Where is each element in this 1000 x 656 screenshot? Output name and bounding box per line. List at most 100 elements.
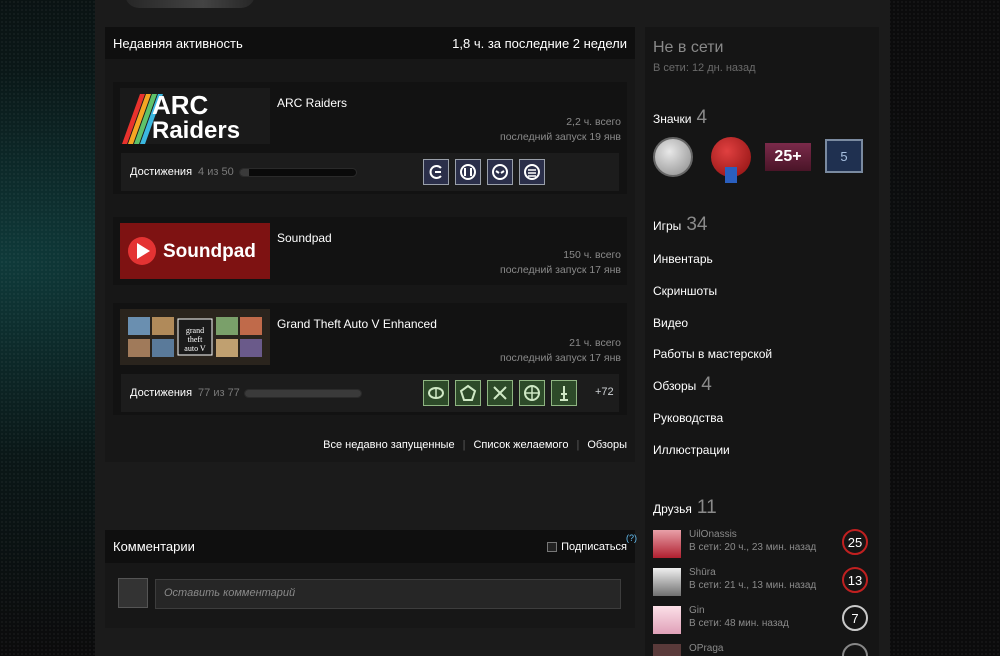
friend-item[interactable]: Shūra В сети: 21 ч., 13 мин. назад 13 — [653, 565, 868, 599]
profile-sidebar: Не в сети В сети: 12 дн. назад Значки 4 2… — [645, 27, 879, 656]
avatar[interactable] — [653, 568, 681, 596]
link-wishlist[interactable]: Список желаемого — [473, 439, 568, 451]
mask-icon[interactable] — [487, 159, 513, 185]
avatar[interactable] — [653, 530, 681, 558]
swords-icon[interactable] — [487, 380, 513, 406]
game-total-hours: 2,2 ч. всего — [566, 116, 621, 128]
friend-level — [842, 643, 868, 656]
nav-inventory[interactable]: Инвентарь — [653, 252, 713, 266]
achievements-label[interactable]: Достижения 77 из 77 — [130, 387, 240, 399]
friend-item[interactable]: UilOnassis В сети: 20 ч., 23 мин. назад … — [653, 527, 868, 561]
globe-icon[interactable] — [519, 380, 545, 406]
shield-icon[interactable] — [455, 380, 481, 406]
brain-icon[interactable] — [423, 380, 449, 406]
nav-workshop[interactable]: Работы в мастерской — [653, 347, 772, 361]
game-hours: 21 ч. всего последний запуск 17 янв — [500, 336, 621, 366]
achievements-progress — [244, 389, 362, 398]
reviews-count: 4 — [701, 374, 712, 395]
game-last-played: последний запуск 17 янв — [500, 352, 621, 364]
comments-header: Комментарии Подписаться (?) — [105, 530, 637, 563]
friends-link[interactable]: Друзья 11 — [653, 497, 717, 519]
comments-panel: Комментарии Подписаться (?) Оставить ком… — [105, 530, 637, 628]
achievements-progress — [239, 168, 357, 177]
ring-icon[interactable] — [455, 159, 481, 185]
recent-activity-panel: Недавняя активность 1,8 ч. за последние … — [105, 27, 635, 462]
tower-icon[interactable] — [551, 380, 577, 406]
game-row-soundpad: Soundpad Soundpad 150 ч. всего последний… — [113, 217, 627, 285]
reviews-link[interactable]: Обзоры 4 — [653, 374, 712, 396]
nav-videos[interactable]: Видео — [653, 316, 688, 330]
last-online: В сети: 12 дн. назад — [653, 62, 756, 74]
friend-level: 13 — [842, 567, 868, 593]
friend-item[interactable]: OPraga — [653, 641, 868, 656]
subscribe-label: Подписаться — [561, 540, 627, 553]
friend-name: Gin — [689, 605, 705, 616]
friend-item[interactable]: Gin В сети: 48 мин. назад 7 — [653, 603, 868, 637]
game-row-gta-v: grand theft auto V Grand Theft Auto V En… — [113, 303, 627, 415]
online-status: Не в сети — [653, 39, 724, 56]
game-hours: 150 ч. всего последний запуск 17 янв — [500, 248, 621, 278]
friend-status: В сети: 48 мин. назад — [689, 618, 789, 629]
stack-icon[interactable] — [519, 159, 545, 185]
game-hours: 2,2 ч. всего последний запуск 19 янв — [500, 115, 621, 145]
nav-screenshots[interactable]: Скриншоты — [653, 284, 717, 298]
svg-text:theft: theft — [188, 335, 203, 344]
svg-text:auto V: auto V — [184, 344, 206, 353]
friend-status: В сети: 21 ч., 13 мин. назад — [689, 580, 817, 591]
game-total-hours: 150 ч. всего — [563, 249, 621, 261]
more-achievements[interactable]: +72 — [595, 386, 614, 398]
friend-level: 25 — [842, 529, 868, 555]
header-art — [125, 0, 255, 8]
achievements-label[interactable]: Достижения 4 из 50 — [130, 166, 234, 178]
achievements-bar: Достижения 4 из 50 — [121, 153, 619, 191]
comment-input[interactable]: Оставить комментарий — [155, 579, 621, 609]
user-avatar[interactable] — [118, 578, 148, 608]
game-capsule-soundpad[interactable]: Soundpad — [120, 223, 270, 279]
game-name[interactable]: ARC Raiders — [277, 96, 347, 110]
svg-text:Raiders: Raiders — [152, 117, 240, 144]
link-separator: | — [462, 439, 466, 451]
subscribe-checkbox[interactable] — [547, 541, 558, 552]
avatar[interactable] — [653, 606, 681, 634]
achievements-count: 77 из 77 — [198, 387, 240, 399]
friend-name: OPraga — [689, 643, 724, 654]
game-capsule-gta-v[interactable]: grand theft auto V — [120, 309, 270, 365]
link-all-recent[interactable]: Все недавно запущенные — [323, 439, 454, 451]
profile-page: Недавняя активность 1,8 ч. за последние … — [95, 0, 890, 656]
game-capsule-arc-raiders[interactable]: ARC Raiders — [120, 88, 270, 144]
achievements-bar: Достижения 77 из 77 +72 — [121, 374, 619, 412]
help-link[interactable]: (?) — [626, 533, 637, 543]
recent-links: Все недавно запущенные | Список желаемог… — [323, 439, 627, 451]
game-total-hours: 21 ч. всего — [569, 337, 621, 349]
badge-ribbon — [725, 167, 737, 183]
game-last-played: последний запуск 17 янв — [500, 264, 621, 276]
avatar[interactable] — [653, 644, 681, 656]
svg-text:Soundpad: Soundpad — [163, 241, 256, 262]
badges-count: 4 — [696, 107, 708, 128]
friend-name: UilOnassis — [689, 529, 737, 540]
nav-artwork[interactable]: Иллюстрации — [653, 443, 730, 457]
game-name[interactable]: Grand Theft Auto V Enhanced — [277, 317, 437, 331]
achievements-count: 4 из 50 — [198, 166, 234, 178]
friend-level: 7 — [842, 605, 868, 631]
svg-text:ARC: ARC — [152, 90, 209, 120]
badges-link[interactable]: Значки 4 — [653, 107, 707, 129]
friend-status: В сети: 20 ч., 23 мин. назад — [689, 542, 817, 553]
recent-activity-title: Недавняя активность — [113, 35, 243, 51]
comments-title: Комментарии — [113, 539, 195, 554]
subscribe-toggle[interactable]: Подписаться (?) — [547, 533, 637, 553]
game-name[interactable]: Soundpad — [277, 231, 332, 245]
badge-level-icon[interactable]: 25+ — [765, 143, 811, 171]
badge-number-icon[interactable]: 5 — [825, 139, 863, 173]
game-last-played: последний запуск 19 янв — [500, 131, 621, 143]
games-link[interactable]: Игры 34 — [653, 214, 707, 236]
link-reviews[interactable]: Обзоры — [587, 439, 627, 451]
badge-icon[interactable] — [653, 137, 693, 177]
friends-count: 11 — [696, 497, 717, 518]
spiral-icon[interactable] — [423, 159, 449, 185]
friend-name: Shūra — [689, 567, 716, 578]
link-separator: | — [576, 439, 580, 451]
recent-activity-header: Недавняя активность 1,8 ч. за последние … — [105, 27, 635, 59]
nav-guides[interactable]: Руководства — [653, 411, 723, 425]
games-count: 34 — [686, 214, 708, 235]
